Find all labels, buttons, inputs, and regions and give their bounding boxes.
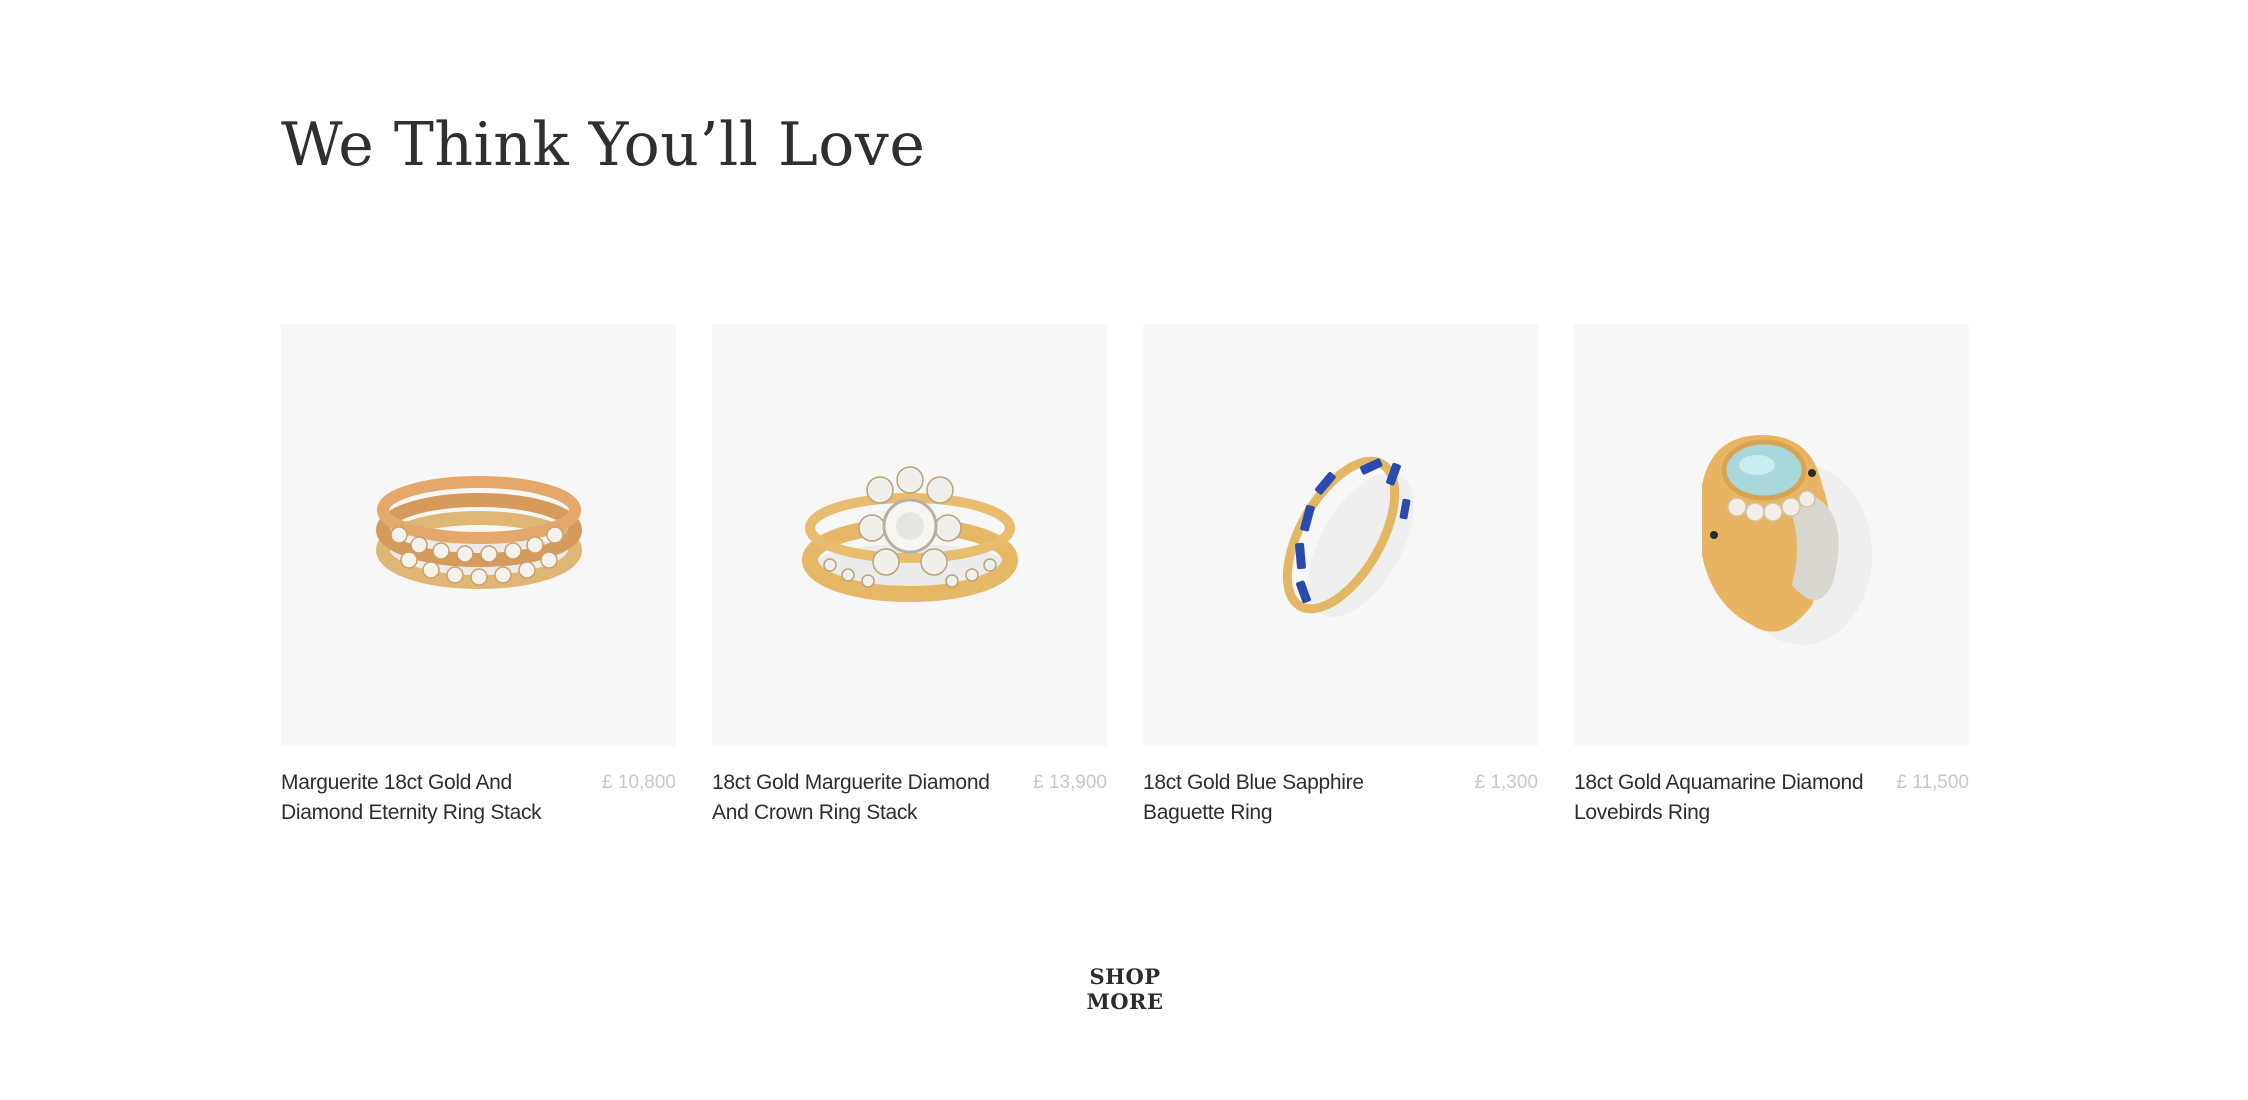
product-info: 18ct Gold Blue Sapphire Baguette Ring £ … — [1143, 768, 1538, 828]
product-image[interactable] — [712, 324, 1107, 746]
product-price: £ 11,500 — [1896, 772, 1969, 793]
product-name[interactable]: 18ct Gold Marguerite Diamond And Crown R… — [712, 768, 1012, 828]
product-card[interactable]: 18ct Gold Aquamarine Diamond Lovebirds R… — [1574, 324, 1969, 828]
product-name[interactable]: Marguerite 18ct Gold And Diamond Eternit… — [281, 768, 581, 828]
product-grid: Marguerite 18ct Gold And Diamond Eternit… — [281, 324, 1969, 828]
section-title: We Think You’ll Love — [281, 110, 926, 180]
product-info: Marguerite 18ct Gold And Diamond Eternit… — [281, 768, 676, 828]
product-image[interactable] — [281, 324, 676, 746]
product-card[interactable]: 18ct Gold Blue Sapphire Baguette Ring £ … — [1143, 324, 1538, 828]
product-price: £ 10,800 — [602, 772, 676, 793]
product-name[interactable]: 18ct Gold Blue Sapphire Baguette Ring — [1143, 768, 1443, 828]
product-image[interactable] — [1143, 324, 1538, 746]
product-price: £ 1,300 — [1474, 772, 1538, 793]
product-info: 18ct Gold Aquamarine Diamond Lovebirds R… — [1574, 768, 1969, 828]
ring-stack-image — [375, 476, 582, 589]
product-info: 18ct Gold Marguerite Diamond And Crown R… — [712, 768, 1107, 828]
product-card[interactable]: Marguerite 18ct Gold And Diamond Eternit… — [281, 324, 676, 828]
product-image[interactable] — [1574, 324, 1969, 746]
crown-ring-stack-image — [801, 466, 1018, 602]
sapphire-ring-image — [1282, 456, 1414, 618]
product-name[interactable]: 18ct Gold Aquamarine Diamond Lovebirds R… — [1574, 768, 1874, 828]
shop-more-button[interactable]: SHOP MORE — [1055, 964, 1195, 1014]
product-price: £ 13,900 — [1033, 772, 1107, 793]
aquamarine-ring-image — [1701, 435, 1872, 645]
product-card[interactable]: 18ct Gold Marguerite Diamond And Crown R… — [712, 324, 1107, 828]
